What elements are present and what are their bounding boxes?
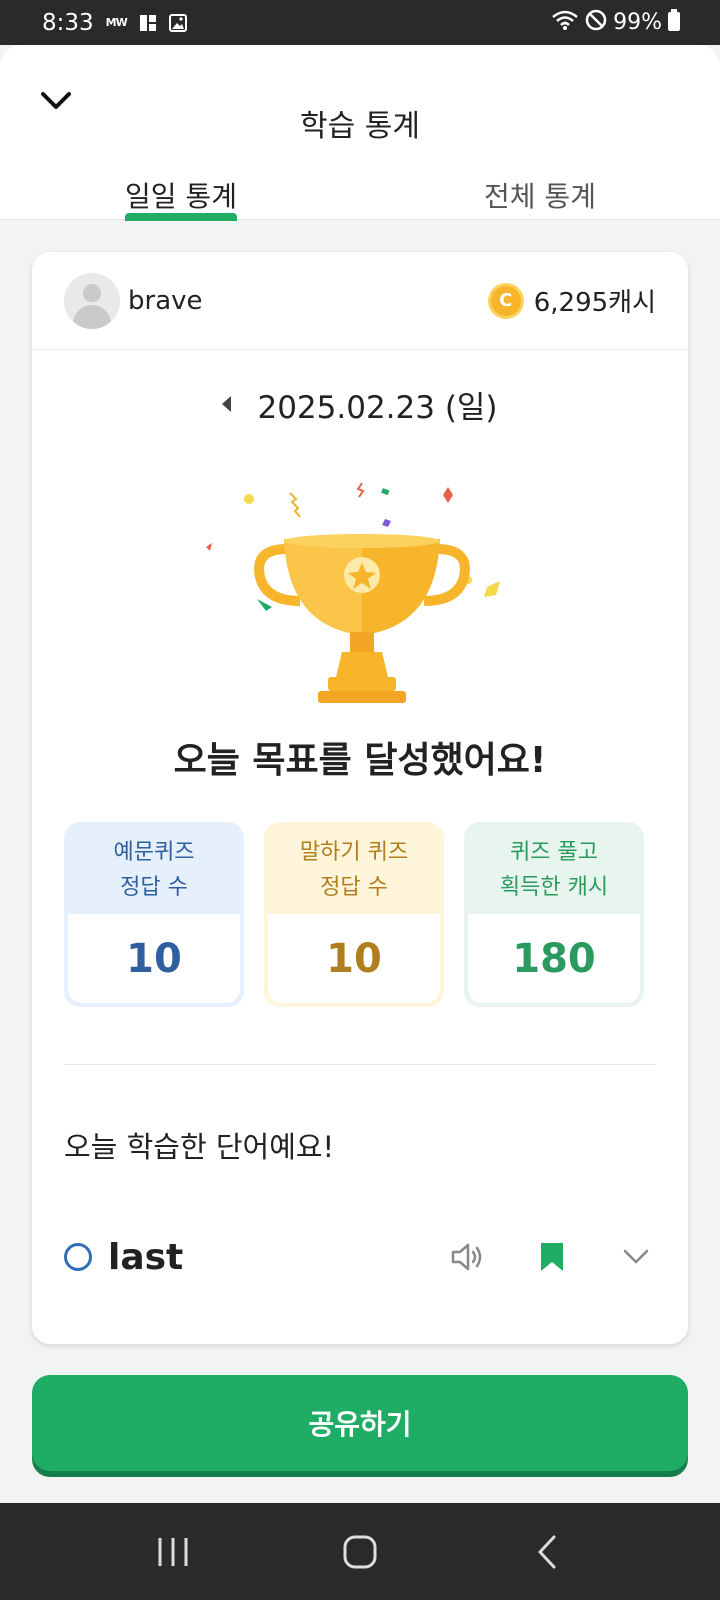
word-text: last (108, 1236, 184, 1278)
chevron-down-icon[interactable] (616, 1237, 656, 1277)
stat-label: 예문퀴즈 정답 수 (113, 840, 195, 900)
do-not-disturb-icon (585, 9, 607, 37)
home-icon (343, 1535, 377, 1568)
page-title: 학습 통계 (300, 109, 420, 144)
tab-daily-stats[interactable]: 일일 통계 (81, 175, 281, 215)
circle-icon (64, 1243, 92, 1271)
stat-value: 180 (512, 935, 596, 982)
home-button[interactable] (330, 1522, 390, 1582)
stat-example-quiz: 예문퀴즈 정답 수 10 (64, 822, 244, 1007)
goal-message: 오늘 목표를 달성했어요! (173, 740, 547, 781)
stat-label: 퀴즈 풀고 획득한 캐시 (499, 840, 609, 900)
trophy-icon (206, 482, 500, 703)
system-nav-bar (0, 1503, 720, 1600)
divider (64, 1064, 656, 1065)
share-button[interactable]: 공유하기 (32, 1375, 688, 1471)
stat-quiz-cash: 퀴즈 풀고 획득한 캐시 180 (464, 822, 644, 1007)
status-time: 8:33 (42, 9, 94, 36)
image-icon (168, 13, 187, 32)
stat-value: 10 (126, 935, 182, 982)
header: 학습 통계 일일 통계 전체 통계 (0, 45, 720, 221)
daily-stats-card: brave C 6,295캐시 2025.02.23 (일) 오늘 목표를 달성… (32, 252, 688, 1344)
tab-total-stats[interactable]: 전체 통계 (440, 175, 640, 215)
trophy-illustration (192, 477, 532, 722)
recent-apps-icon (158, 1537, 188, 1566)
coin-icon: C (487, 282, 524, 319)
wifi-icon (551, 9, 579, 37)
bookmark-icon[interactable] (532, 1237, 572, 1277)
profile-row: brave C 6,295캐시 (32, 252, 688, 350)
date-selector: 2025.02.23 (일) (32, 379, 688, 429)
status-mini-label: MW (105, 16, 128, 29)
tab-active-indicator (125, 213, 237, 221)
previous-date-icon[interactable] (222, 396, 232, 412)
cash-amount: 6,295캐시 (533, 288, 656, 318)
back-icon (538, 1535, 556, 1568)
battery-text: 99% (613, 10, 662, 35)
status-bar: 8:33 MW 99% (0, 0, 720, 45)
back-button[interactable] (517, 1522, 577, 1582)
recent-apps-button[interactable] (143, 1522, 203, 1582)
avatar (64, 272, 120, 329)
cash-balance: C 6,295캐시 (487, 282, 656, 319)
battery-icon (668, 8, 680, 37)
stat-speaking-quiz: 말하기 퀴즈 정답 수 10 (264, 822, 444, 1007)
stat-value: 10 (326, 935, 382, 982)
notification-icon (139, 14, 157, 32)
date-text: 2025.02.23 (일) (257, 389, 498, 426)
username: brave (128, 285, 203, 316)
list-item[interactable]: last (64, 1227, 656, 1287)
words-section-title: 오늘 학습한 단어예요! (64, 1130, 335, 1164)
stat-label: 말하기 퀴즈 정답 수 (299, 840, 409, 900)
speaker-icon[interactable] (448, 1237, 488, 1277)
